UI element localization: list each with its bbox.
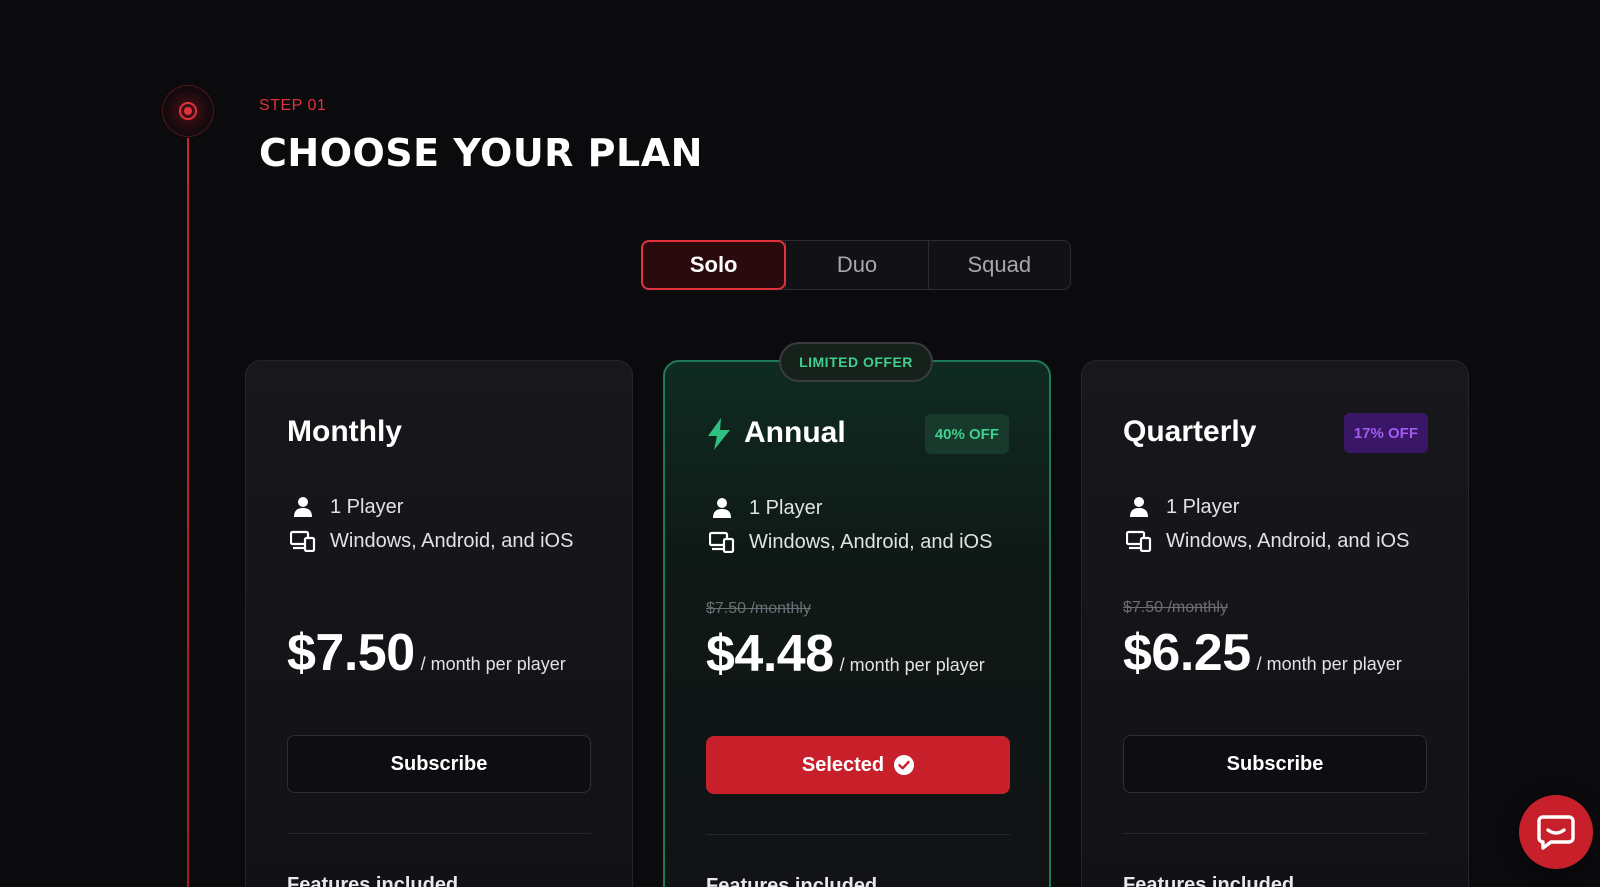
team-size-selector: Solo Duo Squad <box>641 240 1071 290</box>
plan-name: Monthly <box>287 415 402 448</box>
limited-offer-badge: LIMITED OFFER <box>779 342 933 382</box>
price-unit: / month per player <box>839 655 985 675</box>
price-row: $6.25 / month per player <box>1123 623 1402 683</box>
divider <box>287 833 591 834</box>
user-icon <box>290 495 316 519</box>
price: $7.50 <box>287 624 415 682</box>
discount-badge: 17% OFF <box>1343 413 1428 453</box>
tab-squad[interactable]: Squad <box>927 241 1070 289</box>
devices-icon <box>290 529 316 553</box>
lightning-bolt-icon <box>708 418 730 450</box>
chat-bubble-icon <box>1537 815 1575 850</box>
price: $6.25 <box>1123 624 1251 682</box>
price: $4.48 <box>706 625 834 683</box>
price-unit: / month per player <box>1256 654 1402 674</box>
features-heading: Features included <box>1123 874 1295 887</box>
divider <box>706 834 1010 835</box>
user-icon <box>1126 495 1152 519</box>
features-heading: Features included <box>287 874 459 887</box>
tab-duo[interactable]: Duo <box>785 241 927 289</box>
plan-card-quarterly: Quarterly 17% OFF 1 Player Windows, Andr… <box>1081 360 1469 887</box>
selected-label: Selected <box>801 753 885 776</box>
subscribe-button[interactable]: Subscribe <box>287 735 591 793</box>
step-label: STEP 01 <box>259 97 327 114</box>
tab-solo[interactable]: Solo <box>641 240 787 290</box>
players-text: 1 Player <box>330 495 404 518</box>
devices-icon <box>1126 529 1152 553</box>
check-circle-icon <box>894 755 915 775</box>
plan-name: Annual <box>744 416 846 449</box>
plan-card-annual[interactable]: LIMITED OFFER Annual 40% OFF 1 Player Wi… <box>663 342 1051 887</box>
platforms-info: Windows, Android, and iOS <box>709 530 992 554</box>
price-unit: / month per player <box>420 654 566 674</box>
step-progress-line <box>187 138 189 887</box>
platforms-text: Windows, Android, and iOS <box>749 530 993 553</box>
chat-button[interactable] <box>1519 795 1593 869</box>
plan-card-monthly: Monthly 1 Player Windows, Android, and i… <box>245 360 633 887</box>
players-text: 1 Player <box>749 496 823 519</box>
price-row: $7.50 / month per player <box>287 623 566 683</box>
discount-badge: 40% OFF <box>924 414 1009 454</box>
plan-name: Quarterly <box>1123 415 1257 448</box>
platforms-info: Windows, Android, and iOS <box>290 529 573 553</box>
players-text: 1 Player <box>1166 495 1240 518</box>
platforms-text: Windows, Android, and iOS <box>1166 529 1410 552</box>
players-info: 1 Player <box>290 495 403 519</box>
price-row: $4.48 / month per player <box>706 624 985 684</box>
original-price: $7.50 /monthly <box>706 600 811 617</box>
platforms-text: Windows, Android, and iOS <box>330 529 574 552</box>
subscribe-button[interactable]: Subscribe <box>1123 735 1427 793</box>
step-indicator-icon <box>162 85 214 137</box>
selected-button[interactable]: Selected <box>706 736 1010 794</box>
players-info: 1 Player <box>1126 495 1239 519</box>
divider <box>1123 833 1427 834</box>
user-icon <box>709 496 735 520</box>
players-info: 1 Player <box>709 496 822 520</box>
devices-icon <box>709 530 735 554</box>
features-heading: Features included <box>706 875 878 887</box>
platforms-info: Windows, Android, and iOS <box>1126 529 1409 553</box>
page-title: CHOOSE YOUR PLAN <box>259 131 703 175</box>
original-price: $7.50 /monthly <box>1123 599 1228 616</box>
